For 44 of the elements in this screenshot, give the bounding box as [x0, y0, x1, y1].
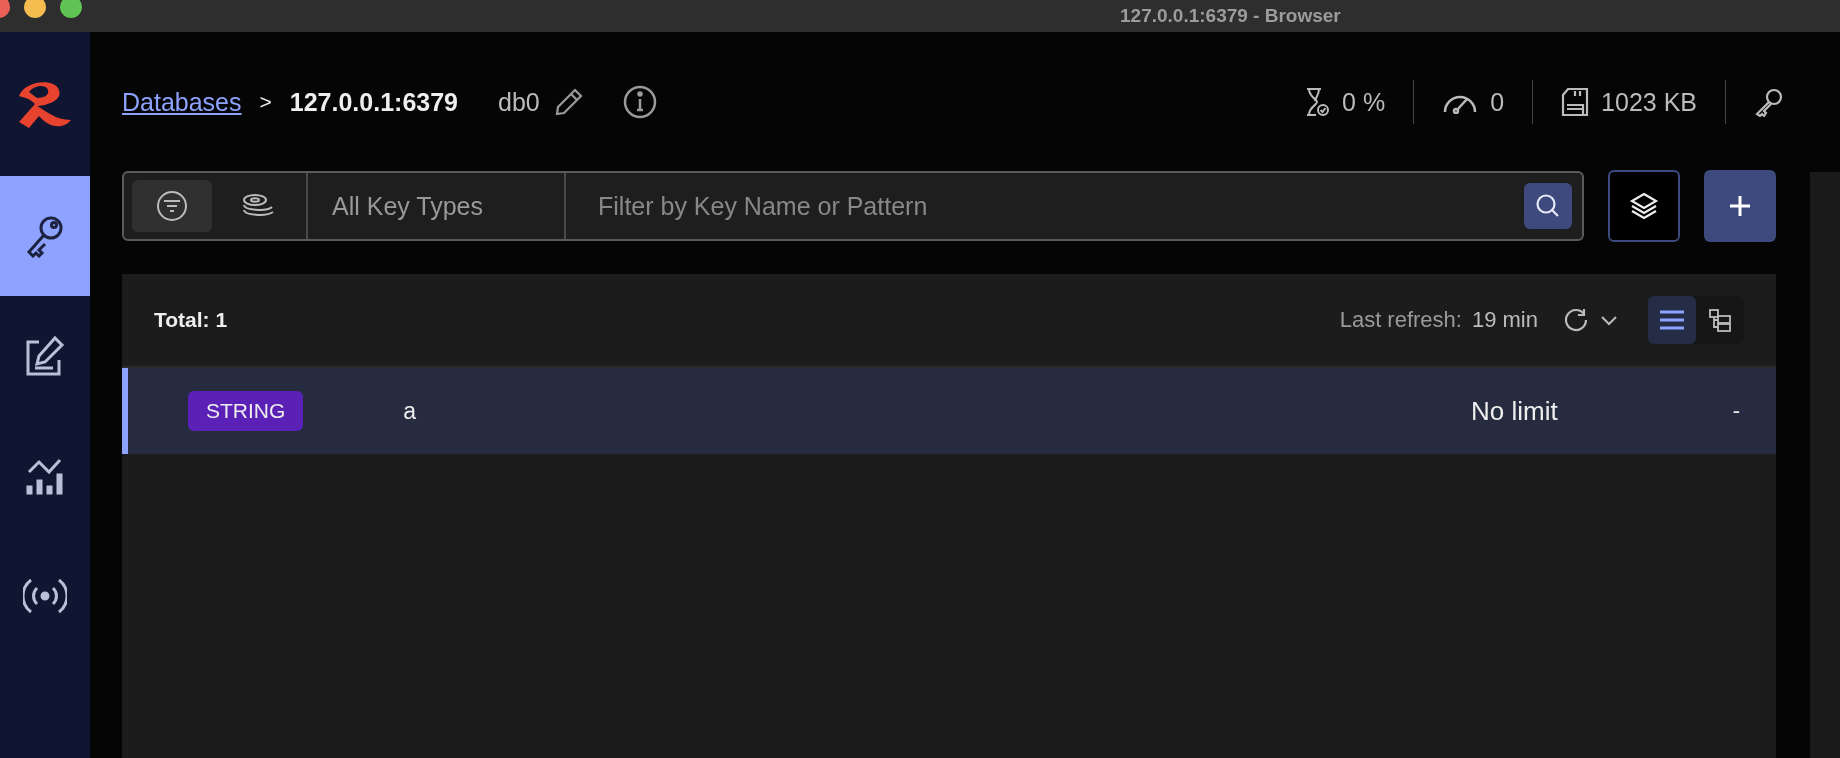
search-field[interactable]: Filter by Key Name or Pattern — [596, 190, 1524, 222]
ops-value: 0 — [1490, 87, 1505, 117]
edit-note-icon — [25, 334, 65, 378]
caret-icon[interactable] — [1600, 314, 1618, 326]
databases-link[interactable]: Databases — [122, 87, 242, 117]
key-icon — [1754, 87, 1784, 117]
database-address: 127.0.0.1:6379 — [289, 87, 458, 117]
chart-icon — [25, 456, 65, 496]
key-type-tag: STRING — [188, 391, 304, 431]
layers-icon — [1629, 191, 1659, 221]
refresh-icon[interactable] — [1562, 306, 1590, 334]
last-refresh-label: Last refresh: — [1339, 307, 1462, 333]
cpu-value: 0 % — [1342, 87, 1386, 117]
breadcrumb-separator: > — [259, 90, 272, 114]
edit-icon[interactable] — [553, 87, 584, 117]
memory-card-icon — [1561, 87, 1590, 117]
bulk-actions-button[interactable] — [1608, 170, 1680, 242]
database-index: db0 — [498, 87, 540, 117]
key-type-dropdown[interactable]: All Key Types — [308, 173, 566, 239]
key-name: a — [403, 397, 418, 425]
window-title: 127.0.0.1:6379 - Browser — [1120, 5, 1341, 27]
key-icon — [25, 214, 65, 258]
add-key-button[interactable] — [1704, 170, 1776, 242]
filter-icon — [155, 189, 189, 223]
zoom-window-button[interactable] — [60, 0, 82, 18]
filter-bar[interactable]: All Key Types Filter by Key Name or Pattern — [122, 171, 1584, 241]
key-ttl: No limit — [1471, 395, 1558, 427]
search-button[interactable] — [1524, 183, 1572, 229]
total-count: Total: 1 — [154, 308, 228, 332]
memory-value: 1023 KB — [1601, 87, 1697, 117]
minimize-window-button[interactable] — [24, 0, 46, 18]
browser-nav-button[interactable] — [0, 176, 90, 296]
folder-tree-icon — [1708, 308, 1732, 332]
plus-icon — [1729, 195, 1751, 217]
hourglass-icon — [1304, 87, 1331, 117]
list-icon — [1659, 309, 1685, 331]
filter-mode-button[interactable] — [132, 180, 212, 232]
last-refresh-time: 19 min — [1471, 307, 1538, 333]
search-icon — [1535, 193, 1561, 219]
broadcast-icon — [23, 576, 67, 616]
key-size: - — [1732, 398, 1740, 424]
info-icon[interactable] — [621, 84, 658, 120]
key-row[interactable]: STRING a No limit - — [122, 368, 1776, 454]
list-view-button[interactable] — [1648, 296, 1696, 344]
